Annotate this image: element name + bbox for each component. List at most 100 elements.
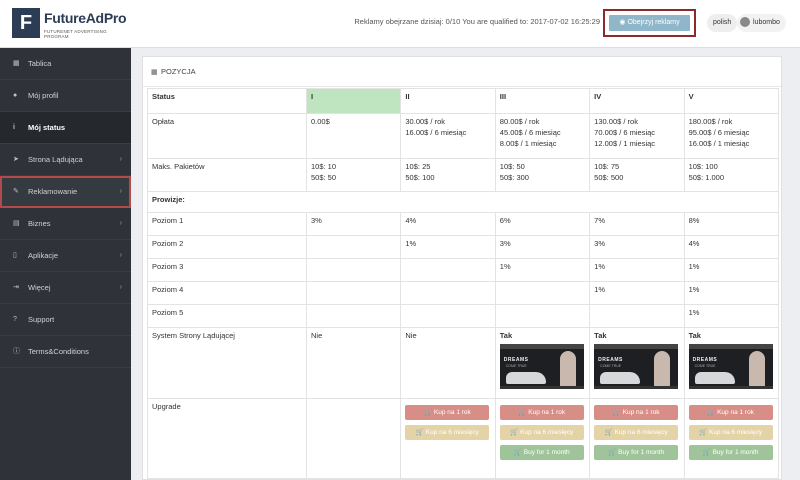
panel-title: POZYCJA bbox=[161, 67, 196, 76]
table-row-poziom-1: Poziom 1 3% 4% 6% 7% 8% bbox=[147, 212, 780, 236]
table-cell: 🛒 Kup na 1 rok 🛒 Kup na 6 miesięcy 🛒 Buy… bbox=[494, 398, 591, 479]
table-cell bbox=[305, 258, 402, 282]
table-cell bbox=[305, 235, 402, 259]
language-selector[interactable]: polish bbox=[707, 14, 738, 32]
table-cell: 180.00$ / rok 95.00$ / 6 miesiąc 16.00$ / … bbox=[683, 113, 780, 159]
status-panel: ▦ POZYCJA Status I II III IV V Opłata 0.0… bbox=[142, 56, 782, 480]
sidebar-item-status[interactable]: i Mój status bbox=[0, 112, 131, 144]
buy-1-month-button[interactable]: 🛒 Buy for 1 month bbox=[499, 445, 584, 460]
table-cell: 10$: 50 50$: 300 bbox=[494, 158, 591, 192]
table-cell: 3% bbox=[589, 235, 685, 259]
buy-6-months-button[interactable]: 🛒 Kup na 6 miesięcy bbox=[594, 425, 679, 440]
sidebar-item-strona-ladujaca[interactable]: ➤ Strona Lądująca › bbox=[0, 144, 131, 176]
buy-6-months-button[interactable]: 🛒 Kup na 6 miesięcy bbox=[405, 425, 490, 440]
buy-1-month-button[interactable]: 🛒 Buy for 1 month bbox=[688, 445, 773, 460]
table-cell: Tak DREAMS COME TRUE bbox=[494, 327, 591, 399]
table-cell: 0.00$ bbox=[305, 113, 402, 159]
watch-ads-button[interactable]: ◉ Obejrzyj reklamy bbox=[609, 15, 690, 31]
ads-status: Reklamy obejrzane dzisiaj: 0/10 You are … bbox=[354, 17, 600, 26]
help-icon: ? bbox=[13, 316, 17, 323]
table-row-upgrade: Upgrade 🛒 Kup na 1 rok 🛒 Kup na 6 miesię… bbox=[147, 398, 780, 479]
buy-6-months-button[interactable]: 🛒 Kup na 6 miesięcy bbox=[688, 425, 773, 440]
topbar: Reklamy obejrzane dzisiaj: 0/10 You are … bbox=[131, 0, 800, 48]
table-cell: 1% bbox=[683, 258, 780, 282]
table-cell: Tak DREAMS COME TRUE bbox=[589, 327, 685, 399]
buy-year-button[interactable]: 🛒 Kup na 1 rok bbox=[405, 405, 490, 420]
signin-icon: ⇥ bbox=[13, 284, 19, 291]
buy-year-button[interactable]: 🛒 Kup na 1 rok bbox=[594, 405, 679, 420]
header-level-2: II bbox=[400, 88, 496, 114]
table-cell bbox=[589, 304, 685, 328]
logo[interactable]: F FutureAdPro FUTURENET ADVERTISING PROG… bbox=[0, 0, 131, 48]
table-row-poziom-4: Poziom 4 1% 1% bbox=[147, 281, 780, 305]
buy-year-button[interactable]: 🛒 Kup na 1 rok bbox=[688, 405, 773, 420]
watch-ads-label: Obejrzyj reklamy bbox=[627, 19, 680, 26]
table-cell: 10$: 10 50$: 50 bbox=[305, 158, 402, 192]
sidebar-item-label: Mój status bbox=[28, 123, 66, 132]
chevron-right-icon: › bbox=[119, 188, 122, 195]
table-cell: 3% bbox=[305, 212, 402, 236]
sidebar-item-tablica[interactable]: ▦ Tablica bbox=[0, 48, 131, 80]
sidebar-item-reklamowanie[interactable]: ✎ Reklamowanie › bbox=[0, 176, 131, 208]
chevron-right-icon: › bbox=[119, 252, 122, 259]
send-icon: ➤ bbox=[13, 156, 19, 163]
table-cell: 4% bbox=[400, 212, 496, 236]
table-row-system: System Strony Lądującej Nie Nie Tak DREA… bbox=[147, 327, 780, 399]
table-cell bbox=[400, 281, 496, 305]
row-label: Poziom 5 bbox=[147, 304, 307, 328]
buy-year-button[interactable]: 🛒 Kup na 1 rok bbox=[499, 405, 584, 420]
landing-page-preview[interactable]: DREAMS COME TRUE bbox=[499, 343, 584, 389]
table-row-prowizje: Prowizje: bbox=[147, 191, 779, 213]
cart-icon: 🛒 bbox=[415, 429, 426, 436]
table-cell bbox=[305, 281, 402, 305]
table-row-oplata: Opłata 0.00$ 30.00$ / rok 16.00$ / 6 mies… bbox=[147, 113, 780, 159]
table-cell: 🛒 Kup na 1 rok 🛒 Kup na 6 miesięcy 🛒 Buy… bbox=[589, 398, 685, 479]
briefcase-icon: ▤ bbox=[13, 220, 20, 227]
table-row-pakiety: Maks. Pakietów 10$: 10 50$: 50 10$: 25 50$… bbox=[147, 158, 780, 192]
sidebar-item-profil[interactable]: ● Mój profil bbox=[0, 80, 131, 112]
user-menu[interactable]: lubombo bbox=[737, 14, 786, 32]
chevron-right-icon: › bbox=[119, 284, 122, 291]
table-cell bbox=[305, 304, 402, 328]
table-cell: 1% bbox=[683, 304, 780, 328]
cart-icon: 🛒 bbox=[518, 409, 529, 416]
avatar bbox=[740, 17, 750, 28]
table-cell: 8% bbox=[683, 212, 780, 236]
sidebar-item-aplikacje[interactable]: ▯ Aplikacje › bbox=[0, 240, 131, 272]
dashboard-icon: ▦ bbox=[13, 60, 20, 67]
landing-page-preview[interactable]: DREAMS COME TRUE bbox=[594, 343, 679, 389]
sidebar-item-biznes[interactable]: ▤ Biznes › bbox=[0, 208, 131, 240]
sidebar-item-label: Support bbox=[28, 315, 55, 324]
grid-icon: ▦ bbox=[151, 69, 158, 76]
buy-6-months-button[interactable]: 🛒 Kup na 6 miesięcy bbox=[499, 425, 584, 440]
table-cell: Tak DREAMS COME TRUE bbox=[683, 327, 780, 399]
sidebar-item-support[interactable]: ? Support bbox=[0, 304, 131, 336]
logo-subtitle: FUTURENET ADVERTISING PROGRAM bbox=[44, 29, 107, 39]
buy-1-month-button[interactable]: 🛒 Buy for 1 month bbox=[594, 445, 679, 460]
sidebar-item-label: Reklamowanie bbox=[28, 187, 78, 196]
table-cell bbox=[305, 398, 402, 479]
row-label: Opłata bbox=[147, 113, 307, 159]
table-cell: 1% bbox=[589, 281, 685, 305]
chevron-right-icon: › bbox=[119, 156, 122, 163]
cart-icon: 🛒 bbox=[707, 409, 718, 416]
qualified-until: You are qualified to: 2017-07-02 16:25:2… bbox=[462, 17, 600, 26]
cart-icon: 🛒 bbox=[513, 449, 524, 456]
sidebar-item-label: Więcej bbox=[28, 283, 51, 292]
status-table: Status I II III IV V Opłata 0.00$ 30.00$… bbox=[147, 88, 780, 479]
table-cell: 1% bbox=[400, 235, 496, 259]
table-cell: 130.00$ / rok 70.00$ / 6 miesiąc 12.00$ / … bbox=[589, 113, 685, 159]
row-label: Poziom 4 bbox=[147, 281, 307, 305]
table-cell: Nie bbox=[400, 327, 496, 399]
sidebar-item-wiecej[interactable]: ⇥ Więcej › bbox=[0, 272, 131, 304]
sidebar-item-label: Biznes bbox=[28, 219, 51, 228]
table-cell: 3% bbox=[494, 235, 591, 259]
username: lubombo bbox=[753, 19, 780, 26]
table-cell: 1% bbox=[494, 258, 591, 282]
sidebar-nav: ▦ Tablica ● Mój profil i Mój status ➤ Strona… bbox=[0, 48, 131, 368]
landing-page-preview[interactable]: DREAMS COME TRUE bbox=[688, 343, 773, 389]
sidebar-item-terms[interactable]: ⓘ Terms&Conditions bbox=[0, 336, 131, 368]
table-row-poziom-5: Poziom 5 1% bbox=[147, 304, 780, 328]
table-cell: 1% bbox=[589, 258, 685, 282]
row-label: Poziom 3 bbox=[147, 258, 307, 282]
